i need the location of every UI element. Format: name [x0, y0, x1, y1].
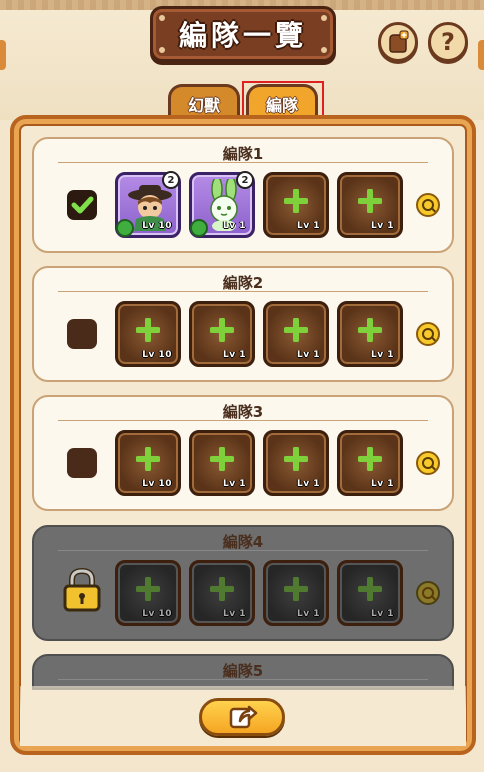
plus-icon [210, 447, 234, 471]
level-label: Lv 1 [371, 221, 394, 231]
divider [58, 550, 428, 551]
bag-plus-icon [389, 30, 409, 53]
team-select-checkbox[interactable] [67, 190, 97, 220]
zoom-icon[interactable] [416, 322, 440, 346]
divider [58, 162, 428, 163]
level-label: Lv 1 [297, 350, 320, 360]
team-slot-empty[interactable]: Lv 1 [337, 172, 403, 238]
team-slot-empty[interactable]: Lv 1 [263, 430, 329, 496]
plus-icon [358, 189, 382, 213]
level-label: Lv 1 [223, 221, 246, 231]
team-slot[interactable]: 2 Lv 10 [115, 171, 181, 238]
rank-badge: 2 [236, 171, 254, 189]
plus-icon [284, 318, 308, 342]
zoom-icon[interactable] [416, 193, 440, 217]
level-label: Lv 1 [297, 479, 320, 489]
team-slot-locked: Lv 1 [189, 560, 255, 626]
team-card: 編隊1 2 Lv 10 2 Lv 1 Lv 1 Lv 1 [32, 137, 454, 253]
divider [58, 291, 428, 292]
team-slot[interactable]: 2 Lv 1 [189, 171, 255, 238]
leaf-icon [190, 219, 208, 237]
team-title: 編隊1 [222, 145, 264, 163]
team-slot-empty[interactable]: Lv 10 [115, 430, 181, 496]
level-label: Lv 1 [223, 350, 246, 360]
zoom-icon [416, 581, 440, 605]
level-label: Lv 1 [371, 479, 394, 489]
page-title: 編隊一覽 [178, 19, 307, 52]
level-label: Lv 10 [142, 221, 172, 231]
team-title: 編隊2 [222, 274, 264, 292]
team-slot-empty[interactable]: Lv 1 [189, 301, 255, 367]
team-slot-empty[interactable]: Lv 1 [337, 430, 403, 496]
plus-icon [358, 577, 382, 601]
plus-icon [136, 577, 160, 601]
plus-icon [210, 577, 234, 601]
plus-icon [284, 447, 308, 471]
team-slot-locked: Lv 1 [337, 560, 403, 626]
level-label: Lv 1 [297, 221, 320, 231]
plus-icon [284, 577, 308, 601]
team-select-checkbox[interactable] [67, 448, 97, 478]
team-slot-locked: Lv 10 [115, 560, 181, 626]
level-label: Lv 10 [142, 609, 172, 619]
share-button[interactable] [199, 698, 285, 736]
level-label: Lv 1 [223, 479, 246, 489]
level-label: Lv 1 [371, 609, 394, 619]
team-card-locked: 編隊4 Lv 10 Lv 1 Lv 1 Lv 1 [32, 525, 454, 641]
zoom-icon[interactable] [416, 451, 440, 475]
team-title: 編隊5 [222, 662, 264, 680]
team-card-locked: 編隊5 [32, 654, 454, 690]
level-label: Lv 10 [142, 350, 172, 360]
team-slot-empty[interactable]: Lv 10 [115, 301, 181, 367]
team-title: 編隊3 [222, 403, 264, 421]
right-edge-decoration [478, 40, 484, 70]
level-label: Lv 10 [142, 479, 172, 489]
shop-button[interactable] [378, 22, 418, 62]
help-icon: ? [441, 28, 455, 56]
share-arrow-icon [229, 705, 258, 729]
team-card: 編隊3 Lv 10 Lv 1 Lv 1 Lv 1 [32, 395, 454, 511]
level-label: Lv 1 [297, 609, 320, 619]
tab-label: 幻獸 [187, 95, 220, 115]
rank-badge: 2 [162, 171, 180, 189]
plus-icon [136, 318, 160, 342]
checkmark-icon [71, 196, 94, 214]
team-card: 編隊2 Lv 10 Lv 1 Lv 1 Lv 1 [32, 266, 454, 382]
plus-icon [136, 447, 160, 471]
level-label: Lv 1 [371, 350, 394, 360]
team-select-checkbox[interactable] [67, 319, 97, 349]
level-label: Lv 1 [223, 609, 246, 619]
plus-icon [358, 318, 382, 342]
left-edge-decoration [0, 40, 6, 70]
team-title: 編隊4 [222, 533, 264, 551]
divider [58, 679, 428, 680]
plus-icon [210, 318, 234, 342]
lock-icon [63, 567, 101, 612]
plus-icon [284, 189, 308, 213]
help-button[interactable]: ? [428, 22, 468, 62]
team-slot-locked: Lv 1 [263, 560, 329, 626]
divider [58, 420, 428, 421]
team-slot-empty[interactable]: Lv 1 [263, 301, 329, 367]
plus-icon [358, 447, 382, 471]
leaf-icon [116, 219, 134, 237]
team-slot-empty[interactable]: Lv 1 [189, 430, 255, 496]
title-plate: 編隊一覽 [150, 6, 336, 62]
team-slot-empty[interactable]: Lv 1 [337, 301, 403, 367]
team-slot-empty[interactable]: Lv 1 [263, 172, 329, 238]
